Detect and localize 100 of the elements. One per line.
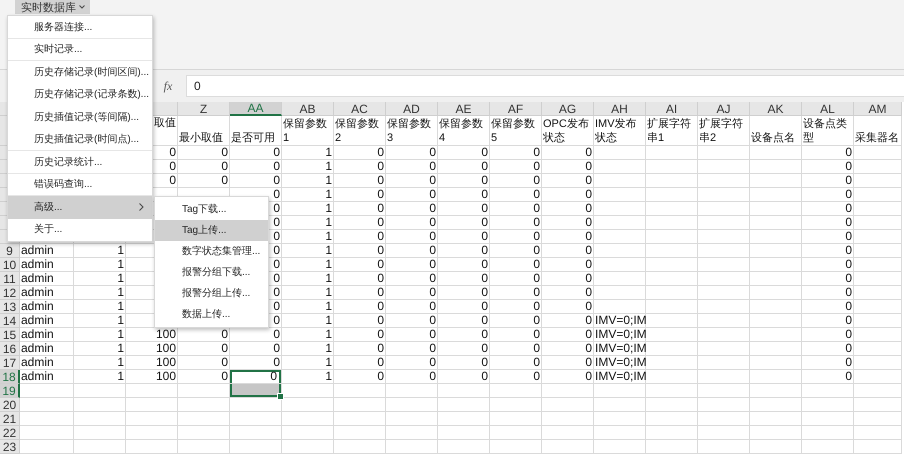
fill-handle[interactable] [277,393,284,400]
table-cell: 0 [334,328,386,342]
column-header[interactable]: AE [438,102,490,116]
column-header[interactable]: AC [334,102,386,116]
table-cell [854,356,902,370]
row-header[interactable]: 12 [0,286,20,300]
menu-item[interactable]: 历史记录统计... [8,151,152,174]
table-cell: 设备点名 [750,116,802,146]
function-label[interactable]: fx [158,78,178,94]
row-header[interactable]: 21 [0,412,20,426]
table-cell [750,230,802,244]
table-cell: 1 [282,188,334,202]
table-cell [594,230,646,244]
table-cell: 1 [74,272,126,286]
table-cell [698,286,750,300]
menu-item[interactable]: Tag上传... [155,220,268,241]
table-cell: 100 [126,356,178,370]
row-header[interactable]: 13 [0,300,20,314]
table-cell [438,384,490,398]
row-header[interactable]: 11 [0,272,20,286]
column-header[interactable]: AA [230,102,282,116]
table-cell: 0 [490,230,542,244]
table-cell: 0 [490,286,542,300]
table-cell: 0 [490,188,542,202]
column-header[interactable]: AJ [698,102,750,116]
row-header[interactable]: 10 [0,258,20,272]
table-cell [646,440,698,454]
table-cell: 0 [542,216,594,230]
table-cell: 是否可用 [230,116,282,146]
column-header[interactable]: AM [854,102,902,116]
table-cell [750,286,802,300]
table-cell [698,314,750,328]
table-cell: 0 [438,258,490,272]
row-header[interactable]: 20 [0,398,20,412]
formula-field[interactable]: 0 [186,75,904,97]
row-header[interactable]: 16 [0,342,20,356]
table-cell: 0 [438,146,490,160]
menu-item[interactable]: 历史存储记录(记录条数)... [8,84,152,106]
table-cell: 1 [282,216,334,230]
table-cell: 0 [802,202,854,216]
table-cell: 扩展字符串2 [698,116,750,146]
database-menu-button[interactable]: 实时数据库 [15,0,90,14]
row-header[interactable]: 22 [0,426,20,440]
table-cell: 0 [438,216,490,230]
table-cell [334,384,386,398]
table-cell: 0 [334,230,386,244]
table-cell: 1 [282,370,334,384]
table-cell [126,412,178,426]
table-cell [594,440,646,454]
table-cell [646,272,698,286]
menu-item[interactable]: 关于... [8,218,152,241]
column-header[interactable]: AD [386,102,438,116]
table-cell: admin [20,356,74,370]
table-cell [646,188,698,202]
row-header[interactable]: 18 [0,370,20,384]
column-header[interactable]: AI [646,102,698,116]
row-header[interactable]: 15 [0,328,20,342]
table-cell [854,426,902,440]
row-header[interactable]: 14 [0,314,20,328]
menu-item[interactable]: 高级... [8,196,152,218]
table-cell [646,258,698,272]
table-cell: 0 [542,356,594,370]
table-cell [594,272,646,286]
table-cell [594,188,646,202]
column-header[interactable]: AL [802,102,854,116]
table-cell: IMV=0;IM [594,356,646,370]
menu-item[interactable]: 历史存储记录(时间区间)... [8,61,152,84]
table-cell: 0 [334,160,386,174]
table-cell: 0 [334,258,386,272]
table-cell: 0 [438,230,490,244]
table-cell: 0 [802,258,854,272]
row-header[interactable]: 23 [0,440,20,454]
table-cell [282,426,334,440]
column-header[interactable]: AB [282,102,334,116]
table-cell [178,398,230,412]
menu-item[interactable]: 历史插值记录(时间点)... [8,128,152,151]
table-cell: 0 [802,356,854,370]
table-cell [230,412,282,426]
table-cell: 0 [334,174,386,188]
table-cell [750,342,802,356]
column-header[interactable]: AF [490,102,542,116]
table-cell: 1 [74,244,126,258]
table-cell [750,356,802,370]
menu-item[interactable]: 实时记录... [8,38,152,61]
row-header[interactable]: 9 [0,244,20,258]
row-header[interactable]: 17 [0,356,20,370]
column-header[interactable]: AG [542,102,594,116]
table-cell [854,244,902,258]
table-cell [750,300,802,314]
table-cell: 0 [490,216,542,230]
table-cell [750,146,802,160]
menu-item[interactable]: 服务器连接... [8,16,152,38]
row-header[interactable]: 19 [0,384,20,398]
table-cell: 1 [282,146,334,160]
table-cell: 0 [542,300,594,314]
table-cell: 保留参数2 [334,116,386,146]
column-header[interactable]: AK [750,102,802,116]
column-header[interactable]: AH [594,102,646,116]
column-header[interactable]: Z [178,102,230,116]
table-cell [698,230,750,244]
